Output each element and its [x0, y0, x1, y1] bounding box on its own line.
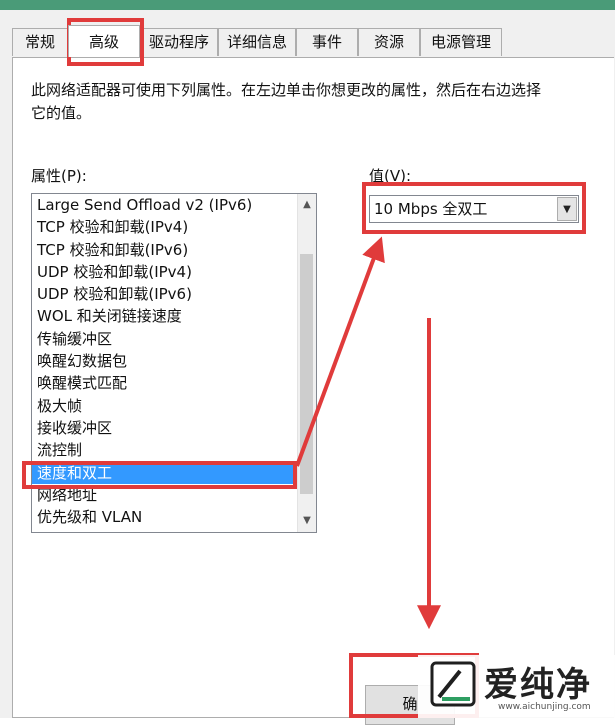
- property-list: Large Send Offload v2 (IPv6) TCP 校验和卸载(I…: [32, 194, 297, 528]
- value-selected: 10 Mbps 全双工: [374, 200, 488, 218]
- property-label: 属性(P):: [31, 167, 87, 185]
- list-item[interactable]: 唤醒模式匹配: [32, 372, 297, 394]
- description-text: 此网络适配器可使用下列属性。在左边单击你想更改的属性，然后在右边选择它的值。: [31, 81, 542, 122]
- list-item[interactable]: TCP 校验和卸载(IPv4): [32, 216, 297, 238]
- list-item[interactable]: WOL 和关闭链接速度: [32, 305, 297, 327]
- tab-resources[interactable]: 资源: [358, 28, 420, 56]
- dropdown-arrow-icon[interactable]: ▼: [557, 197, 577, 221]
- list-item[interactable]: Large Send Offload v2 (IPv6): [32, 194, 297, 216]
- value-label: 值(V):: [369, 167, 412, 185]
- tab-advanced[interactable]: 高级: [68, 25, 140, 57]
- tab-events[interactable]: 事件: [296, 28, 358, 56]
- list-item[interactable]: UDP 校验和卸载(IPv4): [32, 261, 297, 283]
- value-combobox[interactable]: 10 Mbps 全双工 ▼: [369, 195, 579, 223]
- tab-driver[interactable]: 驱动程序: [140, 28, 218, 56]
- chevron-down-icon[interactable]: ▼: [298, 512, 316, 530]
- list-item-selected[interactable]: 速度和双工: [32, 461, 297, 484]
- watermark: 爱纯净 www.aichunjing.com: [418, 655, 615, 718]
- watermark-text: 爱纯净: [484, 665, 592, 705]
- list-item[interactable]: TCP 校验和卸载(IPv6): [32, 239, 297, 261]
- list-item[interactable]: 流控制: [32, 439, 297, 461]
- list-item[interactable]: 网络地址: [32, 484, 297, 506]
- list-item[interactable]: 极大帧: [32, 395, 297, 417]
- chevron-up-icon[interactable]: ▲: [298, 196, 316, 214]
- listbox-scrollbar[interactable]: ▲ ▼: [297, 194, 316, 532]
- watermark-url: www.aichunjing.com: [498, 702, 591, 712]
- list-item[interactable]: 唤醒幻数据包: [32, 350, 297, 372]
- title-bar-strip: [0, 0, 615, 10]
- tab-strip: 常规 高级 驱动程序 详细信息 事件 资源 电源管理: [0, 25, 615, 57]
- watermark-logo-icon: [430, 661, 476, 707]
- list-item[interactable]: 传输缓冲区: [32, 328, 297, 350]
- list-item[interactable]: UDP 校验和卸载(IPv6): [32, 283, 297, 305]
- tab-power-management[interactable]: 电源管理: [420, 28, 502, 56]
- scrollbar-thumb[interactable]: [300, 254, 313, 494]
- list-item[interactable]: 接收缓冲区: [32, 417, 297, 439]
- tab-details[interactable]: 详细信息: [218, 28, 296, 56]
- list-item[interactable]: 优先级和 VLAN: [32, 506, 297, 528]
- property-listbox[interactable]: Large Send Offload v2 (IPv6) TCP 校验和卸载(I…: [31, 193, 317, 533]
- tab-general[interactable]: 常规: [12, 28, 68, 56]
